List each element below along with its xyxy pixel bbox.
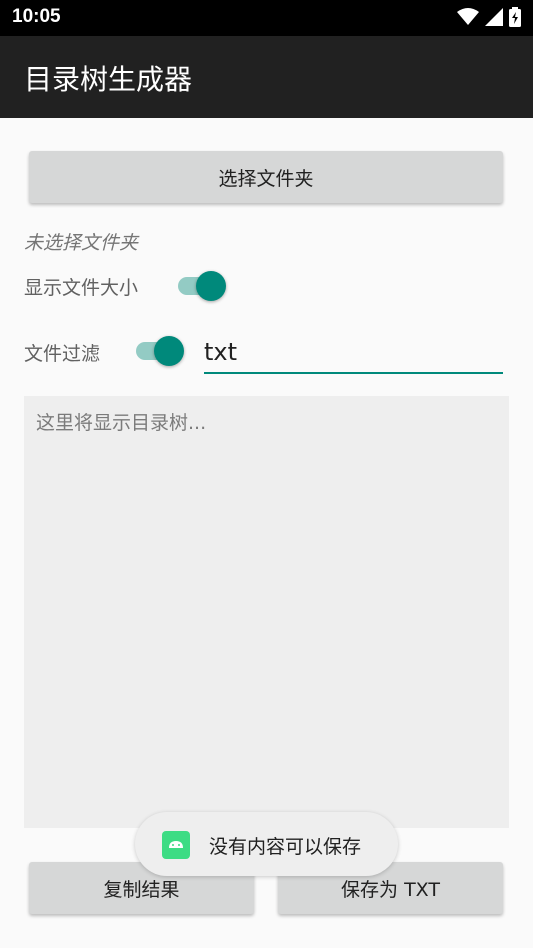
switch-thumb xyxy=(154,336,184,366)
filter-label: 文件过滤 xyxy=(24,343,101,365)
status-time: 10:05 xyxy=(12,6,61,27)
toast-message: 没有内容可以保存 xyxy=(209,836,362,858)
show-size-label: 显示文件大小 xyxy=(24,277,139,299)
app-title: 目录树生成器 xyxy=(24,63,193,96)
select-folder-button[interactable]: 选择文件夹 xyxy=(29,151,503,203)
toast: 没有内容可以保存 xyxy=(135,812,398,876)
filter-extension-input[interactable] xyxy=(204,334,503,374)
signal-icon xyxy=(485,8,503,26)
switch-thumb xyxy=(196,271,226,301)
tree-output-area[interactable] xyxy=(24,396,509,828)
android-icon xyxy=(162,831,190,859)
folder-status-text: 未选择文件夹 xyxy=(24,232,139,254)
status-icons xyxy=(457,7,521,27)
show-size-switch[interactable] xyxy=(178,269,226,301)
wifi-icon xyxy=(457,8,479,25)
status-bar: 10:05 xyxy=(0,0,533,36)
battery-charging-icon xyxy=(509,7,521,27)
app-bar: 目录树生成器 xyxy=(0,36,533,118)
filter-switch[interactable] xyxy=(136,334,184,366)
